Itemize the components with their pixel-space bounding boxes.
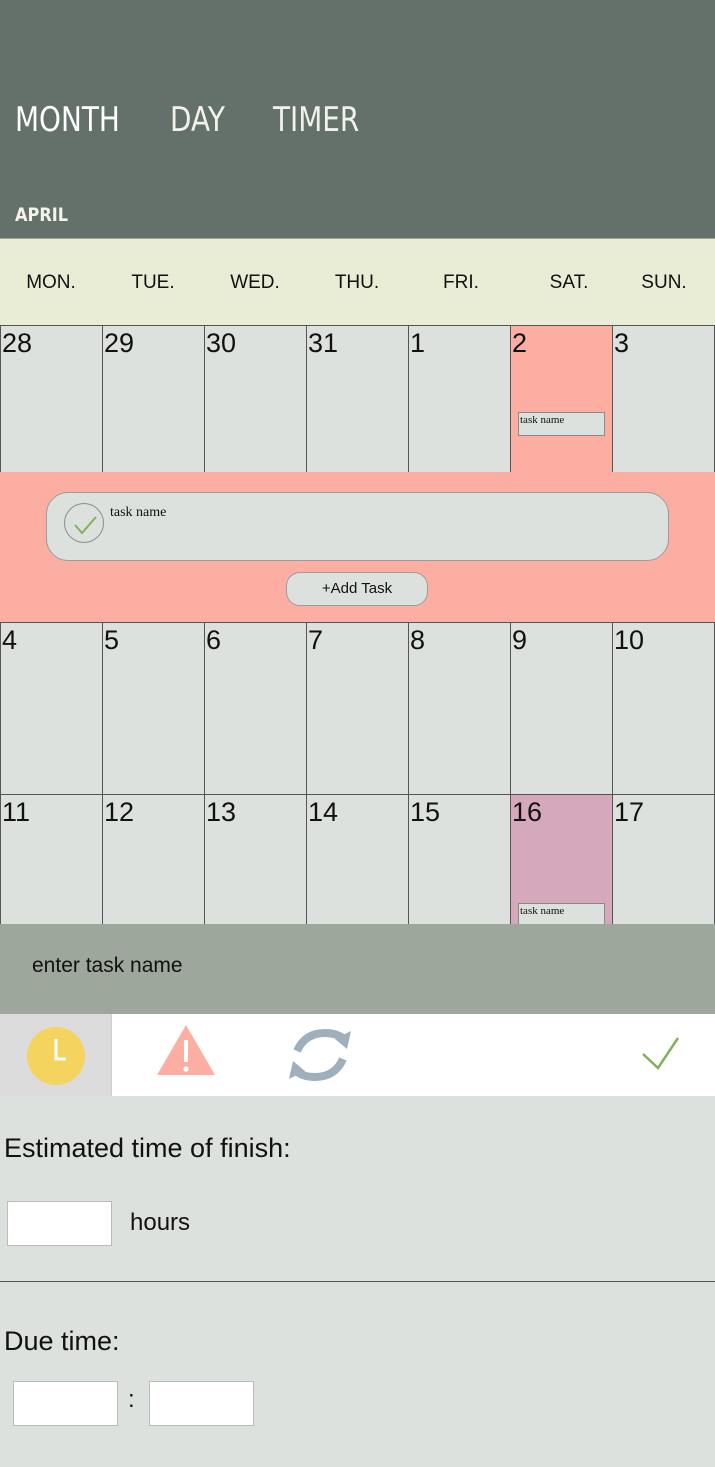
estimate-title: Estimated time of finish: [4,1133,291,1163]
day-cell[interactable]: 29 [102,325,205,473]
tab-month[interactable]: MONTH [15,100,120,140]
time-separator: : [128,1386,135,1413]
day-number: 14 [308,797,339,827]
day-cell-marked[interactable]: 16 task name [510,794,613,934]
check-icon [74,516,97,535]
day-number: 6 [206,625,222,655]
day-number: 17 [614,797,645,827]
day-number: 1 [410,328,426,358]
day-number: 2 [512,328,528,358]
day-cell[interactable]: 7 [306,622,409,795]
day-cell[interactable]: 6 [204,622,307,795]
day-cell[interactable]: 4 [0,622,103,795]
hours-label: hours [130,1209,191,1236]
month-title: APRIL [15,204,69,226]
day-number: 13 [206,797,237,827]
day-cell[interactable]: 5 [102,622,205,795]
day-number: 11 [2,797,31,827]
task-item[interactable]: task name [46,492,669,561]
priority-tab[interactable] [156,1024,216,1078]
day-number: 31 [308,328,339,358]
estimate-tab[interactable] [0,1014,112,1096]
day-number: 7 [308,625,324,655]
repeat-icon [289,1028,351,1082]
expanded-day-panel: task name +Add Task [0,472,715,623]
day-number: 15 [410,797,441,827]
estimate-section: Estimated time of finish: hours [0,1096,715,1282]
day-cell[interactable]: 8 [408,622,511,795]
weekday-thu: THU. [334,272,380,293]
warning-icon [157,1025,215,1075]
add-task-button[interactable]: +Add Task [286,572,428,606]
day-cell[interactable]: 3 [612,325,715,473]
calendar-app: MONTH DAY TIMER APRIL MON. TUE. WED. THU… [0,0,715,1467]
weekday-sat: SAT. [549,272,589,293]
weekday-header: MON. TUE. WED. THU. FRI. SAT. SUN. [0,238,715,326]
due-section: Due time: : [0,1282,715,1467]
app-header: MONTH DAY TIMER APRIL [0,0,715,238]
day-cell[interactable]: 17 [612,794,715,934]
day-number: 16 [512,797,543,827]
day-number: 5 [104,625,120,655]
due-title: Due time: [4,1326,120,1356]
day-cell[interactable]: 15 [408,794,511,934]
task-options-toolbar [0,1014,715,1097]
day-number: 29 [104,328,135,358]
weekday-mon: MON. [26,272,76,293]
repeat-tab[interactable] [287,1025,353,1085]
weekday-sun: SUN. [641,272,687,293]
day-cell[interactable]: 9 [510,622,613,795]
day-number: 12 [104,797,135,827]
task-name: task name [110,505,167,520]
day-cell-selected[interactable]: 2 task name [510,325,613,473]
hours-input[interactable] [7,1201,112,1246]
day-cell[interactable]: 31 [306,325,409,473]
confirm-check-icon [642,1037,680,1070]
day-number: 10 [614,625,645,655]
weekday-fri: FRI. [443,272,479,293]
day-number: 30 [206,328,237,358]
day-cell[interactable]: 12 [102,794,205,934]
day-cell[interactable]: 13 [204,794,307,934]
day-cell[interactable]: 14 [306,794,409,934]
day-cell[interactable]: 1 [408,325,511,473]
day-number: 4 [2,625,18,655]
day-number: 28 [2,328,33,358]
weekday-wed: WED. [230,272,280,293]
clock-icon [27,1027,85,1085]
weekday-tue: TUE. [131,272,175,293]
task-name-input[interactable]: enter task name [32,954,183,978]
task-name-bar: enter task name [0,924,715,1014]
day-number: 9 [512,625,528,655]
task-chip[interactable]: task name [518,412,605,436]
day-cell[interactable]: 28 [0,325,103,473]
day-number: 8 [410,625,426,655]
day-cell[interactable]: 30 [204,325,307,473]
tab-timer[interactable]: TIMER [273,100,359,140]
due-hour-input[interactable] [13,1381,118,1426]
tab-day[interactable]: DAY [170,100,225,140]
due-minute-input[interactable] [149,1381,254,1426]
day-cell[interactable]: 11 [0,794,103,934]
task-complete-toggle[interactable] [64,503,104,543]
day-cell[interactable]: 10 [612,622,715,795]
confirm-button[interactable] [640,1034,682,1074]
day-number: 3 [614,328,630,358]
